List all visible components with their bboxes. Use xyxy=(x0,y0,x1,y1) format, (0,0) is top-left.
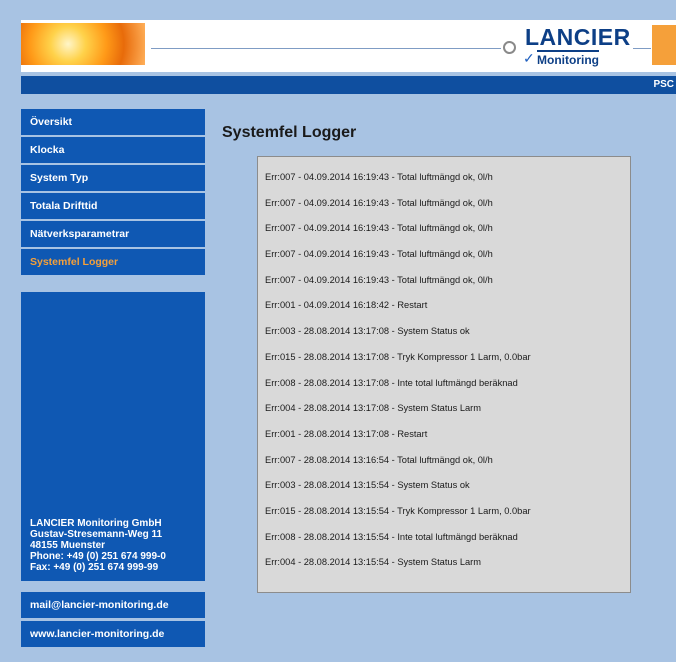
page-title: Systemfel Logger xyxy=(222,124,357,141)
log-entry: Err:007 - 04.09.2014 16:19:43 - Total lu… xyxy=(265,197,493,208)
log-entry: Err:004 - 28.08.2014 13:17:08 - System S… xyxy=(265,403,482,414)
log-entry: Err:001 - 04.09.2014 16:18:42 - Restart xyxy=(265,300,428,311)
log-entry: Err:008 - 28.08.2014 13:15:54 - Inte tot… xyxy=(265,531,518,542)
error-log-list: Err:007 - 04.09.2014 16:19:43 - Total lu… xyxy=(265,165,531,576)
logo-check-icon: ✓ xyxy=(523,50,535,66)
log-entry: Err:007 - 04.09.2014 16:19:43 - Total lu… xyxy=(265,172,493,182)
sidebar-item-systemfel-logger[interactable]: Systemfel Logger xyxy=(21,249,205,275)
company-name: LANCIER Monitoring GmbH xyxy=(30,518,162,529)
logo-brand-top: LANCIER xyxy=(525,24,631,50)
top-navbar: PSC xyxy=(21,76,676,94)
company-fax: Fax: +49 (0) 251 674 999-99 xyxy=(30,562,159,573)
company-street: Gustav-Stresemann-Weg 11 xyxy=(30,529,163,540)
log-entry: Err:004 - 28.08.2014 13:15:54 - System S… xyxy=(265,557,482,568)
sidebar-item-system-typ[interactable]: System Typ xyxy=(21,165,205,191)
logo-brand-bottom: Monitoring xyxy=(537,50,599,67)
log-entry: Err:015 - 28.08.2014 13:17:08 - Tryk Kom… xyxy=(265,351,531,362)
log-entry: Err:007 - 28.08.2014 13:16:54 - Total lu… xyxy=(265,454,493,465)
error-log-panel: Err:007 - 04.09.2014 16:19:43 - Total lu… xyxy=(257,156,631,593)
log-entry: Err:007 - 04.09.2014 16:19:43 - Total lu… xyxy=(265,249,493,260)
header-divider-line xyxy=(151,48,501,49)
log-entry: Err:015 - 28.08.2014 13:15:54 - Tryk Kom… xyxy=(265,505,531,516)
company-city: 48155 Muenster xyxy=(30,540,106,551)
log-entry: Err:001 - 28.08.2014 13:17:08 - Restart xyxy=(265,428,428,439)
navbar-psc-label[interactable]: PSC xyxy=(653,79,674,90)
header-orange-tab xyxy=(652,25,676,65)
header: LANCIER ✓ Monitoring xyxy=(21,20,676,72)
header-banner-image xyxy=(21,23,145,65)
lancier-logo[interactable]: LANCIER ✓ Monitoring xyxy=(503,24,633,68)
email-link[interactable]: mail@lancier-monitoring.de xyxy=(21,592,205,618)
sidebar-item-klocka[interactable]: Klocka xyxy=(21,137,205,163)
log-entry: Err:008 - 28.08.2014 13:17:08 - Inte tot… xyxy=(265,377,518,388)
sidebar-item-totala-drifttid[interactable]: Totala Drifttid xyxy=(21,193,205,219)
log-entry: Err:003 - 28.08.2014 13:15:54 - System S… xyxy=(265,480,470,491)
log-entry: Err:007 - 04.09.2014 16:19:43 - Total lu… xyxy=(265,223,493,234)
website-link[interactable]: www.lancier-monitoring.de xyxy=(21,621,205,647)
company-info-panel: LANCIER Monitoring GmbH Gustav-Streseman… xyxy=(21,292,205,581)
company-phone: Phone: +49 (0) 251 674 999-0 xyxy=(30,551,166,562)
page-frame: LANCIER ✓ Monitoring PSC Översikt Klocka… xyxy=(21,20,676,662)
company-address: LANCIER Monitoring GmbH Gustav-Streseman… xyxy=(30,518,166,573)
header-divider-line-right xyxy=(633,48,651,49)
log-entry: Err:007 - 04.09.2014 16:19:43 - Total lu… xyxy=(265,274,493,285)
sidebar-menu: Översikt Klocka System Typ Totala Driftt… xyxy=(21,109,205,277)
sidebar-item-natverksparametrar[interactable]: Nätverksparametrar xyxy=(21,221,205,247)
sidebar-item-oversikt[interactable]: Översikt xyxy=(21,109,205,135)
log-entry: Err:003 - 28.08.2014 13:17:08 - System S… xyxy=(265,326,470,337)
logo-circle-icon xyxy=(503,41,516,54)
